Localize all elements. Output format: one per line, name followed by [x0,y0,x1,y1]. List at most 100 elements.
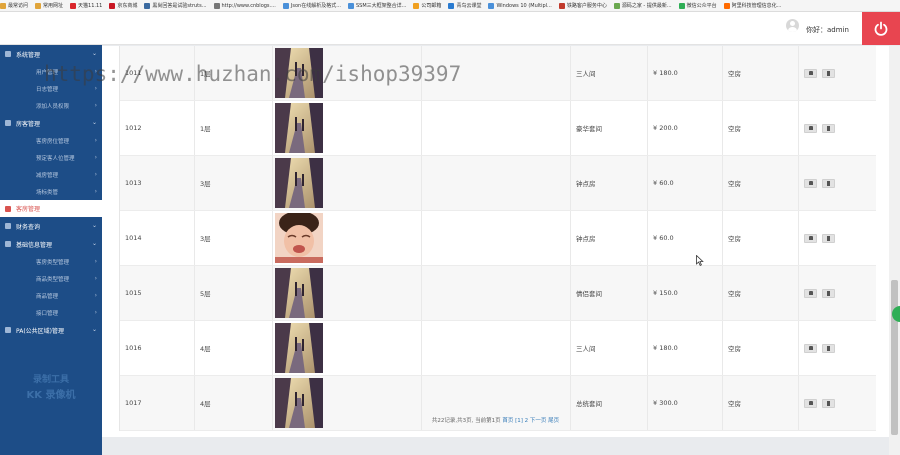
trash-icon [827,235,830,241]
scrollbar-thumb[interactable] [891,280,898,435]
sidebar-section[interactable]: 房客管理 ⌄ [0,114,102,132]
bookmark-item[interactable]: 天猫11.11 [70,2,102,9]
floor-cell: 5层 [195,266,273,320]
sidebar-item-label: 系统管理 [16,51,41,59]
bookmark-label: 天猫11.11 [78,3,103,9]
bookmark-item[interactable]: 黑尚回答是试验struts... [144,2,207,9]
bookmark-favicon-icon [613,2,620,9]
bookmark-favicon-icon [144,2,151,9]
edit-button[interactable] [804,398,817,408]
edit-button[interactable] [804,178,817,188]
bookmark-item[interactable]: 京东商城 [109,2,137,9]
status-cell: 空房 [723,101,799,155]
floor-cell: 3层 [195,156,273,210]
actions-cell [799,266,877,320]
sidebar-subitem[interactable]: 预定客人位管理 › [0,149,102,166]
sidebar-section[interactable]: 基础信息管理 ⌄ [0,235,102,253]
menu-icon [5,327,11,333]
edit-button[interactable] [804,68,817,78]
bookmark-item[interactable]: 青鸟云课堂 [448,2,481,9]
room-photo-cell [273,156,422,210]
sidebar-subitem[interactable]: 商品管理 › [0,287,102,304]
avatar[interactable] [786,19,799,32]
edit-icon [808,126,813,130]
price-cell: ¥ 60.0 [648,156,723,210]
sidebar-subitem[interactable]: 商品类型管理 › [0,270,102,287]
delete-button[interactable] [822,178,835,188]
edit-icon [808,71,813,75]
sidebar-item-label: 预定客人位管理 [36,155,75,162]
delete-button[interactable] [822,123,835,133]
floor-cell: 4层 [195,321,273,375]
bookmark-item[interactable]: http://www.cnblogs.... [213,2,276,9]
sidebar-subitem[interactable]: 减房管理 › [0,166,102,183]
delete-button[interactable] [822,68,835,78]
bookmark-label: Windows 10 (Multipl... [496,2,552,9]
room-number-cell: 1015 [120,266,195,320]
pager-next[interactable]: 下一页 [530,418,547,424]
edit-icon [808,236,813,240]
sidebar-item-label: 接口管理 [36,310,59,317]
room-type-cell: 三人间 [571,46,648,100]
bookmark-label: 阿里科技管理信息化... [731,3,782,9]
bookmark-item[interactable]: SSM三大框架整合详... [347,2,406,9]
bookmark-favicon-icon [282,2,289,9]
bookmark-favicon-icon [213,2,220,9]
price-cell: ¥ 180.0 [648,321,723,375]
room-number-cell: 1014 [120,211,195,265]
menu-icon [5,223,11,229]
sidebar-section[interactable]: 财务查询 ⌄ [0,217,102,235]
menu-icon [5,51,11,57]
bookmark-item[interactable]: 公司邮箱 [413,2,441,9]
bookmark-favicon-icon [413,2,420,9]
delete-button[interactable] [822,398,835,408]
recorder-watermark-line1: 录制工具 [32,375,69,385]
chevron-right-icon: › [94,309,97,316]
chevron-right-icon: › [94,85,97,92]
chevron-right-icon: › [94,171,97,178]
bookmark-label: 源码之家 - 提供最新... [621,3,672,9]
sidebar-subitem[interactable]: 客房房位管理 › [0,132,102,149]
power-icon [874,21,888,36]
sidebar-subitem[interactable]: 场标类管 › [0,183,102,200]
sidebar-item-active[interactable]: 客房管理 [0,200,102,217]
bookmark-favicon-icon [0,2,6,9]
price-cell: ¥ 60.0 [648,211,723,265]
bookmark-item[interactable]: Windows 10 (Multipl... [488,2,552,9]
bookmark-item[interactable]: 常用网址 [35,2,63,9]
bookmark-item[interactable]: 最常访问 [0,2,28,9]
user-greeting: 你好：admin [806,26,849,34]
edit-icon [808,291,813,295]
logout-button[interactable] [862,12,900,45]
edit-button[interactable] [804,288,817,298]
bookmark-item[interactable]: 微信公众平台 [678,2,717,9]
pager-last[interactable]: 尾页 [548,418,559,424]
bookmark-item[interactable]: 源码之家 - 提供最新... [613,2,672,9]
floor-cell: 1层 [195,101,273,155]
sidebar-menu: 系统管理 ⌄ 用户管理 › 日志管理 › 添加人员权限 › 房客管理 ⌄ 客房房位管理 › 预定客人位管… [0,45,102,339]
edit-button[interactable] [804,343,817,353]
bookmark-item[interactable]: Json在线解析及格式... [282,2,341,9]
sidebar-item-label: 客房管理 [16,206,41,213]
room-type-cell: 三人间 [571,321,648,375]
delete-button[interactable] [822,343,835,353]
sidebar-section[interactable]: PA(公共区域)管理 ⌄ [0,321,102,339]
bookmark-favicon-icon [678,2,685,9]
pager-pages[interactable]: [1] 2 [515,418,528,424]
sidebar-subitem[interactable]: 添加人员权限 › [0,97,102,114]
bookmark-item[interactable]: 铁路客户服务中心 [558,2,607,9]
sidebar-subitem[interactable]: 客房类型管理 › [0,253,102,270]
pager-first[interactable]: 首页 [502,418,513,424]
edit-button[interactable] [804,123,817,133]
sidebar-section[interactable]: 系统管理 ⌄ [0,45,102,63]
edit-button[interactable] [804,233,817,243]
delete-button[interactable] [822,288,835,298]
delete-button[interactable] [822,233,835,243]
bookmarks-bar: 最常访问 常用网址 天猫11.11 京东商城 黑尚回答是试验struts... http:… [0,0,900,12]
room-photo [275,213,323,263]
trash-icon [827,400,830,406]
sidebar-subitem[interactable]: 接口管理 › [0,304,102,321]
bookmark-item[interactable]: 阿里科技管理信息化... [723,2,782,9]
mouse-cursor-icon [696,255,704,266]
table-row: 1016 4层 三人间 ¥ 180.0 空房 [120,321,876,376]
